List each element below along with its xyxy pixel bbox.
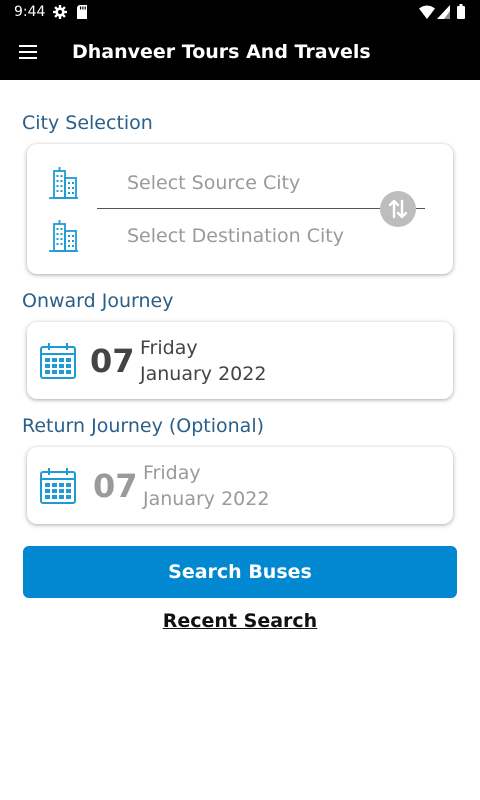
return-month-year: January 2022 [143, 488, 270, 510]
sd-card-icon [77, 5, 87, 19]
onward-date-card[interactable]: 07 Friday January 2022 [27, 322, 453, 399]
onward-weekday: Friday [140, 337, 198, 359]
onward-day: 07 [90, 342, 135, 380]
city-selection-card: Select Source City Select Destination Ci… [27, 144, 453, 274]
swap-arrows-icon [388, 199, 408, 219]
destination-city-input[interactable]: Select Destination City [127, 224, 344, 248]
calendar-icon [40, 343, 76, 379]
return-day: 07 [93, 467, 138, 505]
onward-month-year: January 2022 [140, 363, 267, 385]
battery-icon [457, 4, 465, 19]
signal-icon [437, 5, 450, 19]
recent-search-link[interactable]: Recent Search [0, 608, 480, 634]
status-time: 9:44 [14, 4, 46, 20]
city-buildings-icon [49, 220, 78, 252]
return-date-card[interactable]: 07 Friday January 2022 [27, 447, 453, 524]
calendar-icon [40, 468, 76, 504]
swap-cities-button[interactable] [380, 191, 416, 227]
return-journey-label: Return Journey (Optional) [22, 415, 265, 437]
city-buildings-icon [49, 167, 78, 199]
onward-journey-label: Onward Journey [22, 290, 174, 312]
wifi-icon [419, 5, 435, 19]
source-city-input[interactable]: Select Source City [127, 171, 300, 195]
city-divider [97, 208, 425, 209]
gear-icon [53, 5, 67, 19]
app-bar: Dhanveer Tours And Travels [0, 24, 480, 80]
hamburger-menu-icon[interactable] [10, 32, 50, 72]
city-selection-label: City Selection [22, 112, 153, 134]
search-buses-button[interactable]: Search Buses [23, 546, 457, 598]
app-title: Dhanveer Tours And Travels [72, 41, 371, 63]
return-weekday: Friday [143, 462, 201, 484]
status-bar: 9:44 [0, 0, 480, 24]
